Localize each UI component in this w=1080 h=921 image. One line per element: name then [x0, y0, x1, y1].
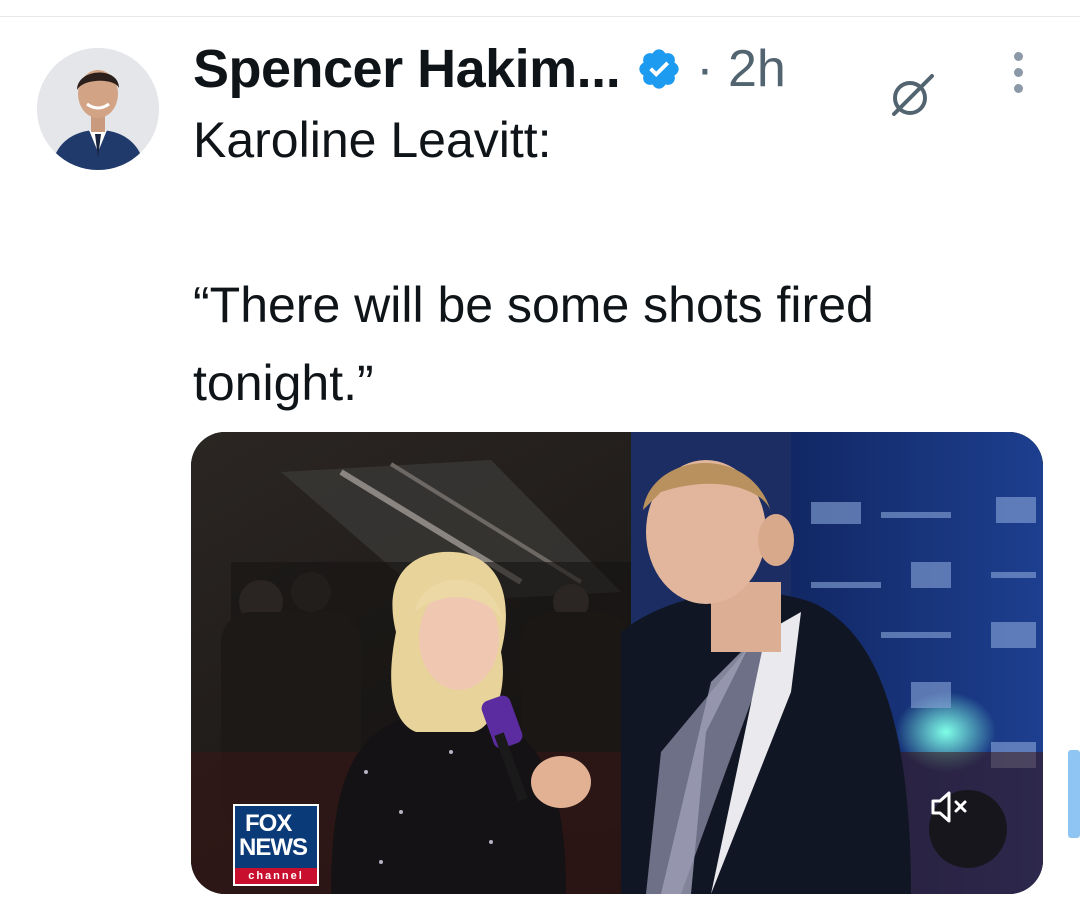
verified-badge-icon: [639, 49, 679, 89]
more-options-icon[interactable]: [1010, 52, 1026, 96]
news-logo-text: NEWS: [239, 834, 308, 861]
mute-toggle-button[interactable]: [929, 790, 1007, 868]
scrollbar[interactable]: [1068, 750, 1080, 838]
video-player[interactable]: FOX NEWS channel: [191, 432, 1043, 894]
grok-icon[interactable]: [886, 70, 938, 122]
tweet-text-quote: “There will be some shots fired tonight.…: [193, 277, 874, 411]
top-divider: [0, 16, 1080, 17]
time-ago: 2h: [727, 40, 786, 98]
fox-news-logo: FOX NEWS channel: [233, 804, 319, 886]
avatar-image: [37, 48, 159, 170]
tweet-timestamp[interactable]: · 2h: [696, 39, 786, 99]
author-name[interactable]: Spencer Hakim...: [193, 38, 621, 100]
tweet-text-speaker: Karoline Leavitt:: [193, 112, 552, 168]
speaker-muted-icon: [931, 791, 967, 823]
channel-logo-text: channel: [235, 868, 317, 884]
avatar[interactable]: [37, 48, 159, 170]
tweet-header: Spencer Hakim... · 2h: [193, 34, 786, 104]
time-separator: ·: [696, 40, 714, 98]
